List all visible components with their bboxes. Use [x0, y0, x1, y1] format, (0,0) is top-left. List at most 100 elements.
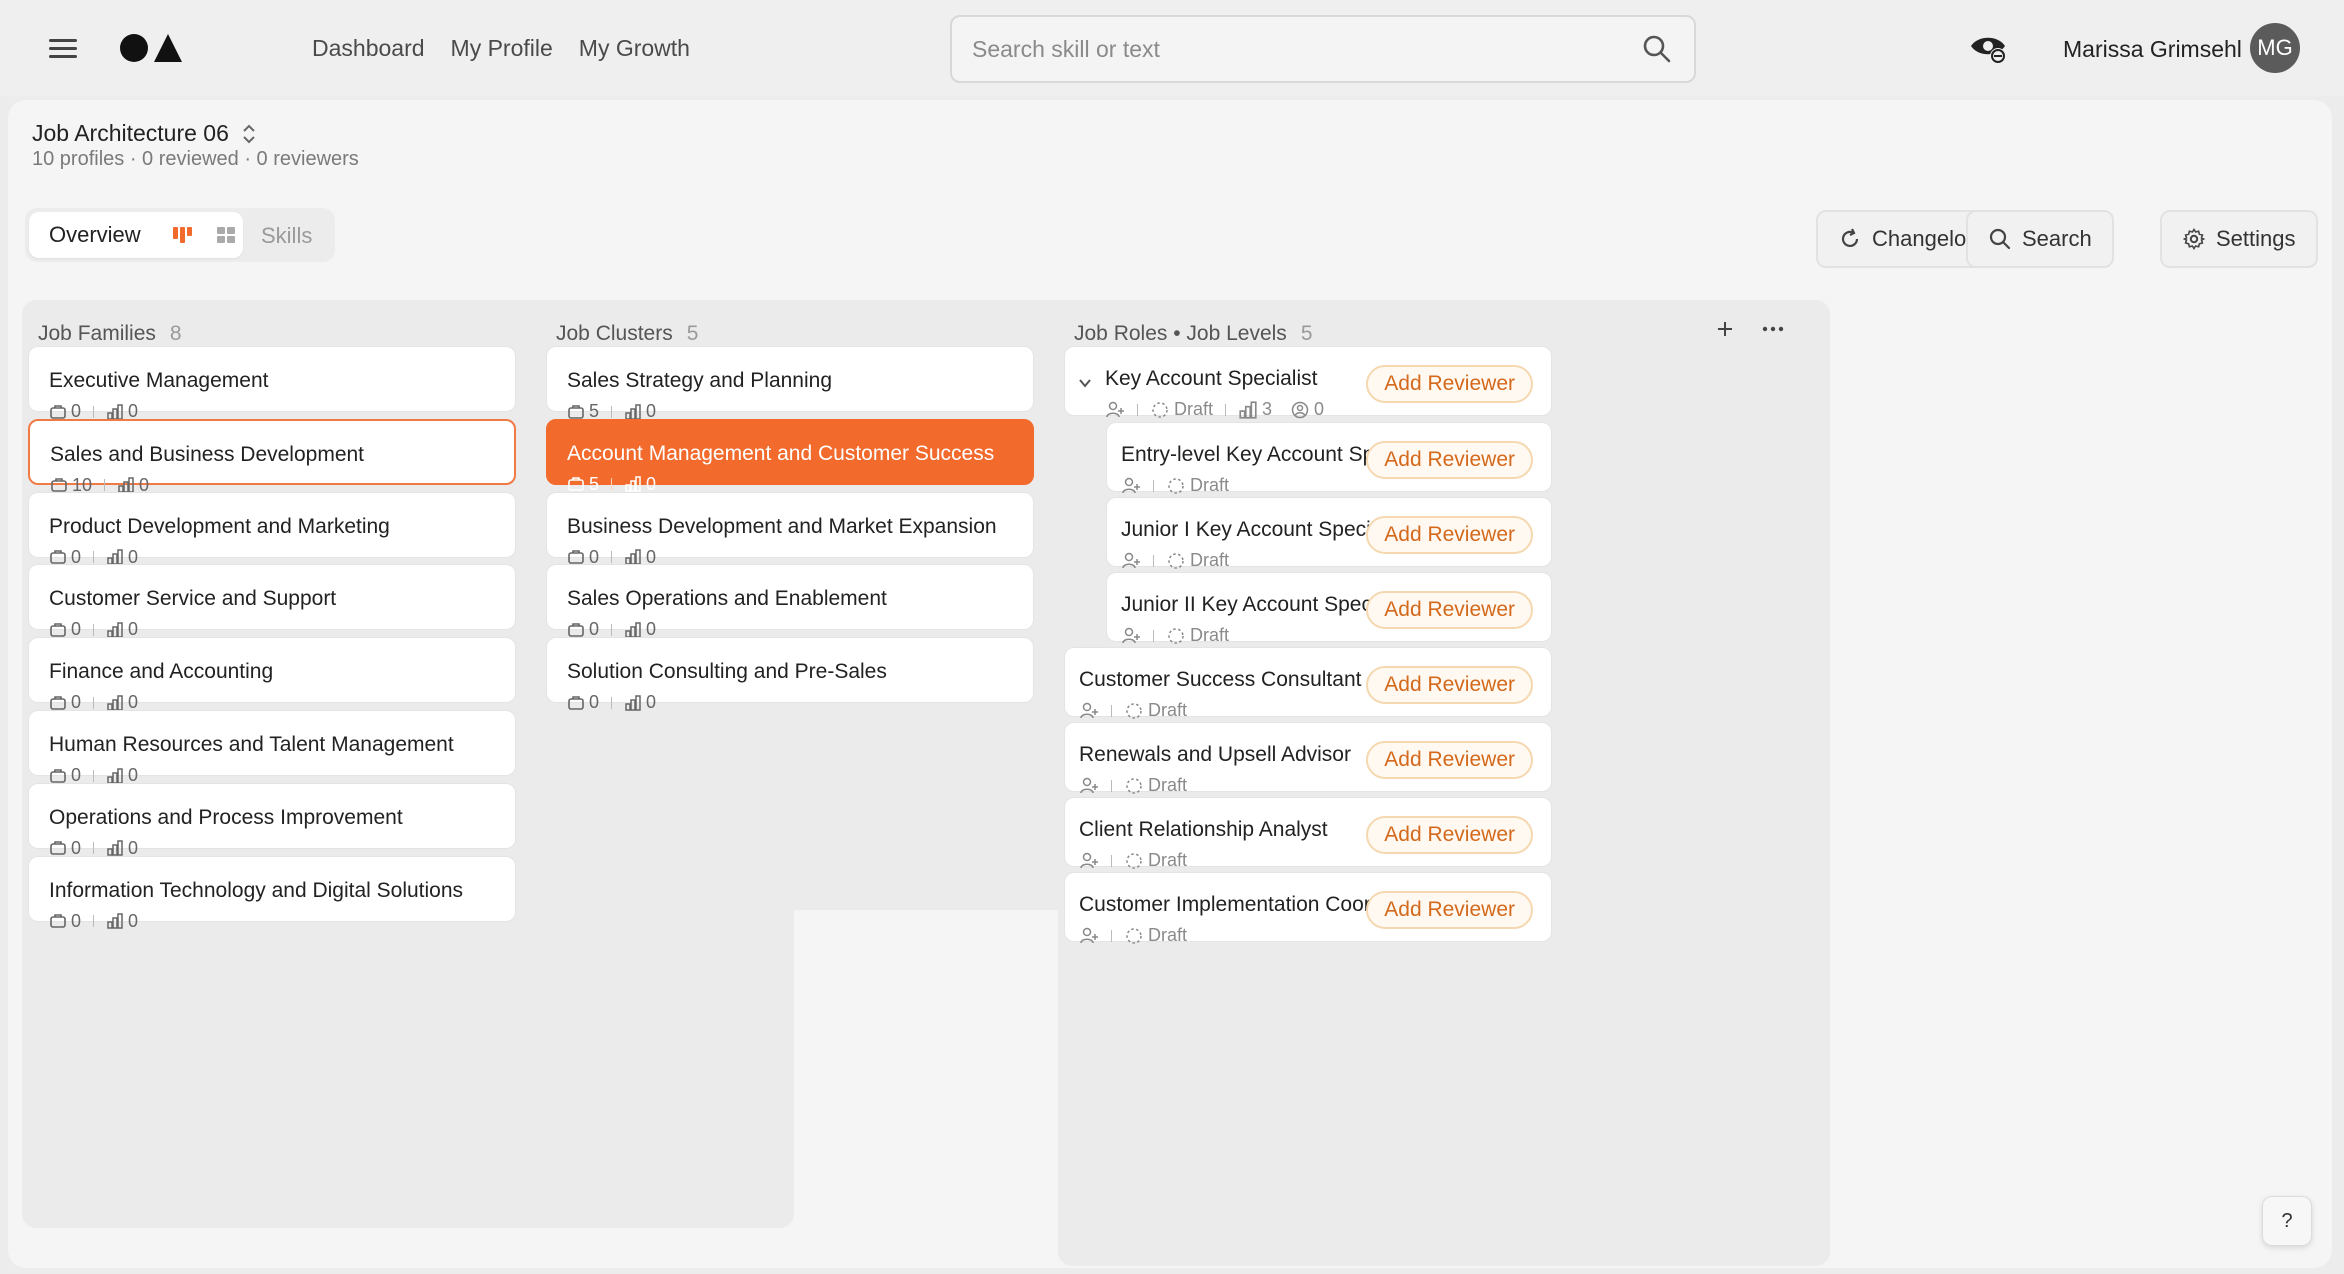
job-role-card[interactable]: Customer Implementation Coordinator Draft…: [1064, 872, 1552, 945]
briefcase-icon: [568, 477, 584, 492]
draft-label: Draft: [1148, 850, 1188, 870]
job-family-card[interactable]: Product Development and Marketing 0 0: [28, 491, 516, 567]
job-role-card[interactable]: Renewals and Upsell Advisor Draft Add Revi…: [1064, 722, 1552, 795]
divider: [104, 479, 106, 492]
role-title-text: Renewals and Upsell Advisor: [1079, 743, 1351, 766]
draft-status-icon: [1152, 401, 1168, 418]
divider: [1111, 854, 1112, 867]
role-meta: Draft: [1079, 775, 1187, 796]
job-role-card[interactable]: Client Relationship Analyst Draft Add Revi…: [1064, 797, 1552, 870]
draft-status-icon: [1168, 477, 1184, 494]
chevron-down-icon[interactable]: [1077, 375, 1093, 391]
hamburger-icon[interactable]: [45, 33, 83, 63]
card-title: Sales Strategy and Planning: [567, 369, 833, 392]
search-input[interactable]: [952, 17, 1592, 81]
draft-label: Draft: [1190, 625, 1230, 645]
role-title: Key Account Specialist: [1105, 367, 1317, 391]
job-family-card[interactable]: Finance and Accounting 0 0: [28, 637, 516, 712]
add-reviewer-button[interactable]: Add Reviewer: [1366, 516, 1533, 554]
nav-my-growth[interactable]: My Growth: [579, 30, 690, 66]
add-reviewer-button[interactable]: Add Reviewer: [1366, 365, 1533, 403]
visibility-toggle-icon[interactable]: [1968, 30, 2008, 66]
add-reviewer-button[interactable]: Add Reviewer: [1366, 741, 1533, 779]
column-count: 8: [169, 322, 182, 345]
add-reviewer-button[interactable]: Add Reviewer: [1366, 816, 1533, 854]
role-title-text: Client Relationship Analyst: [1079, 818, 1328, 841]
add-person-icon: [1122, 627, 1140, 643]
job-level-card[interactable]: Junior II Key Account Specialist Draft Add…: [1106, 572, 1552, 645]
draft-status-icon: [1126, 927, 1142, 944]
role-meta: Draft: [1079, 925, 1187, 946]
job-family-card[interactable]: Human Resources and Talent Management 0 0: [28, 710, 516, 785]
draft-label: Draft: [1148, 700, 1188, 720]
draft-status-icon: [1168, 552, 1184, 569]
column-header: Job Roles • Job Levels 5: [1058, 300, 1830, 345]
add-reviewer-button[interactable]: Add Reviewer: [1366, 441, 1533, 479]
draft-label: Draft: [1190, 475, 1230, 495]
job-role-card[interactable]: Key Account Specialist Draft 3 0 Add Reviewe…: [1064, 346, 1552, 419]
card-meta: 00: [567, 692, 656, 713]
role-meta: Draft: [1121, 475, 1229, 496]
divider: [611, 405, 613, 418]
job-cluster-card[interactable]: Solution Consulting and Pre-Sales 0 0: [546, 637, 1034, 712]
board-view-icon[interactable]: [167, 220, 197, 250]
add-icon[interactable]: [1714, 318, 1736, 340]
role-title-text: Key Account Specialist: [1105, 367, 1318, 390]
job-family-card[interactable]: Sales and Business Development 10 0: [28, 418, 516, 495]
add-reviewer-button[interactable]: Add Reviewer: [1366, 891, 1533, 929]
more-icon[interactable]: [1760, 318, 1786, 340]
add-person-icon: [1080, 927, 1098, 943]
draft-status-icon: [1126, 852, 1142, 869]
divider: [93, 551, 95, 564]
role-meta: Draft: [1121, 625, 1229, 646]
global-search: [950, 15, 1696, 83]
nav-dashboard[interactable]: Dashboard: [312, 30, 425, 66]
job-cluster-card[interactable]: Account Management and Customer Success 5…: [546, 418, 1034, 494]
draft-status-icon: [1126, 777, 1142, 794]
page-title: Job Architecture 06: [32, 120, 257, 147]
search-button[interactable]: Search: [1966, 210, 2114, 268]
role-meta: Draft: [1079, 700, 1187, 721]
levels-icon: [107, 549, 123, 565]
grid-view-icon[interactable]: [211, 220, 241, 250]
search-icon[interactable]: [1642, 34, 1672, 64]
add-reviewer-button[interactable]: Add Reviewer: [1366, 666, 1533, 704]
brand-logo[interactable]: [118, 30, 184, 66]
nav-my-profile[interactable]: My Profile: [451, 30, 553, 66]
divider: [611, 623, 613, 636]
job-cluster-card[interactable]: Business Development and Market Expansio…: [546, 491, 1034, 567]
job-level-card[interactable]: Entry-level Key Account Specialist Draft A…: [1106, 422, 1552, 495]
add-reviewer-button[interactable]: Add Reviewer: [1366, 591, 1533, 629]
card-title: Customer Service and Support: [49, 587, 337, 611]
card-title: Human Resources and Talent Management: [49, 733, 454, 756]
job-role-card[interactable]: Customer Success Consultant Draft Add Revi…: [1064, 647, 1552, 720]
draft-status-icon: [1168, 627, 1184, 644]
job-family-card[interactable]: Executive Management 0 0: [28, 346, 516, 421]
page-title-text: Job Architecture 06: [32, 120, 229, 146]
sort-toggle-icon[interactable]: [241, 123, 257, 145]
user-name[interactable]: Marissa Grimsehl: [2063, 31, 2242, 67]
level-count: 3: [1262, 399, 1273, 419]
levels-icon: [107, 694, 123, 711]
divider: [93, 696, 95, 709]
add-person-icon: [1122, 477, 1140, 493]
help-button[interactable]: ?: [2262, 1196, 2312, 1246]
job-cluster-card[interactable]: Sales Strategy and Planning 5 0: [546, 346, 1034, 421]
avatar[interactable]: MG: [2250, 23, 2300, 73]
tab-skills[interactable]: Skills: [261, 223, 312, 249]
job-family-card[interactable]: Customer Service and Support 0 0: [28, 564, 516, 639]
levels-icon: [107, 403, 123, 420]
briefcase-icon: [568, 404, 584, 419]
divider: [1137, 403, 1138, 416]
reviewer-icon: [1291, 401, 1309, 418]
job-level-card[interactable]: Junior I Key Account Specialist Draft Add …: [1106, 497, 1552, 570]
job-family-card[interactable]: Information Technology and Digital Solut…: [28, 855, 516, 931]
briefcase-icon: [50, 550, 66, 564]
tab-overview-label: Overview: [49, 222, 141, 247]
job-cluster-card[interactable]: Sales Operations and Enablement 0 0: [546, 564, 1034, 639]
draft-label: Draft: [1190, 550, 1230, 570]
divider: [93, 842, 95, 855]
job-family-card[interactable]: Operations and Process Improvement 0 0: [28, 782, 516, 858]
divider: [93, 915, 95, 928]
settings-button[interactable]: Settings: [2160, 210, 2318, 268]
